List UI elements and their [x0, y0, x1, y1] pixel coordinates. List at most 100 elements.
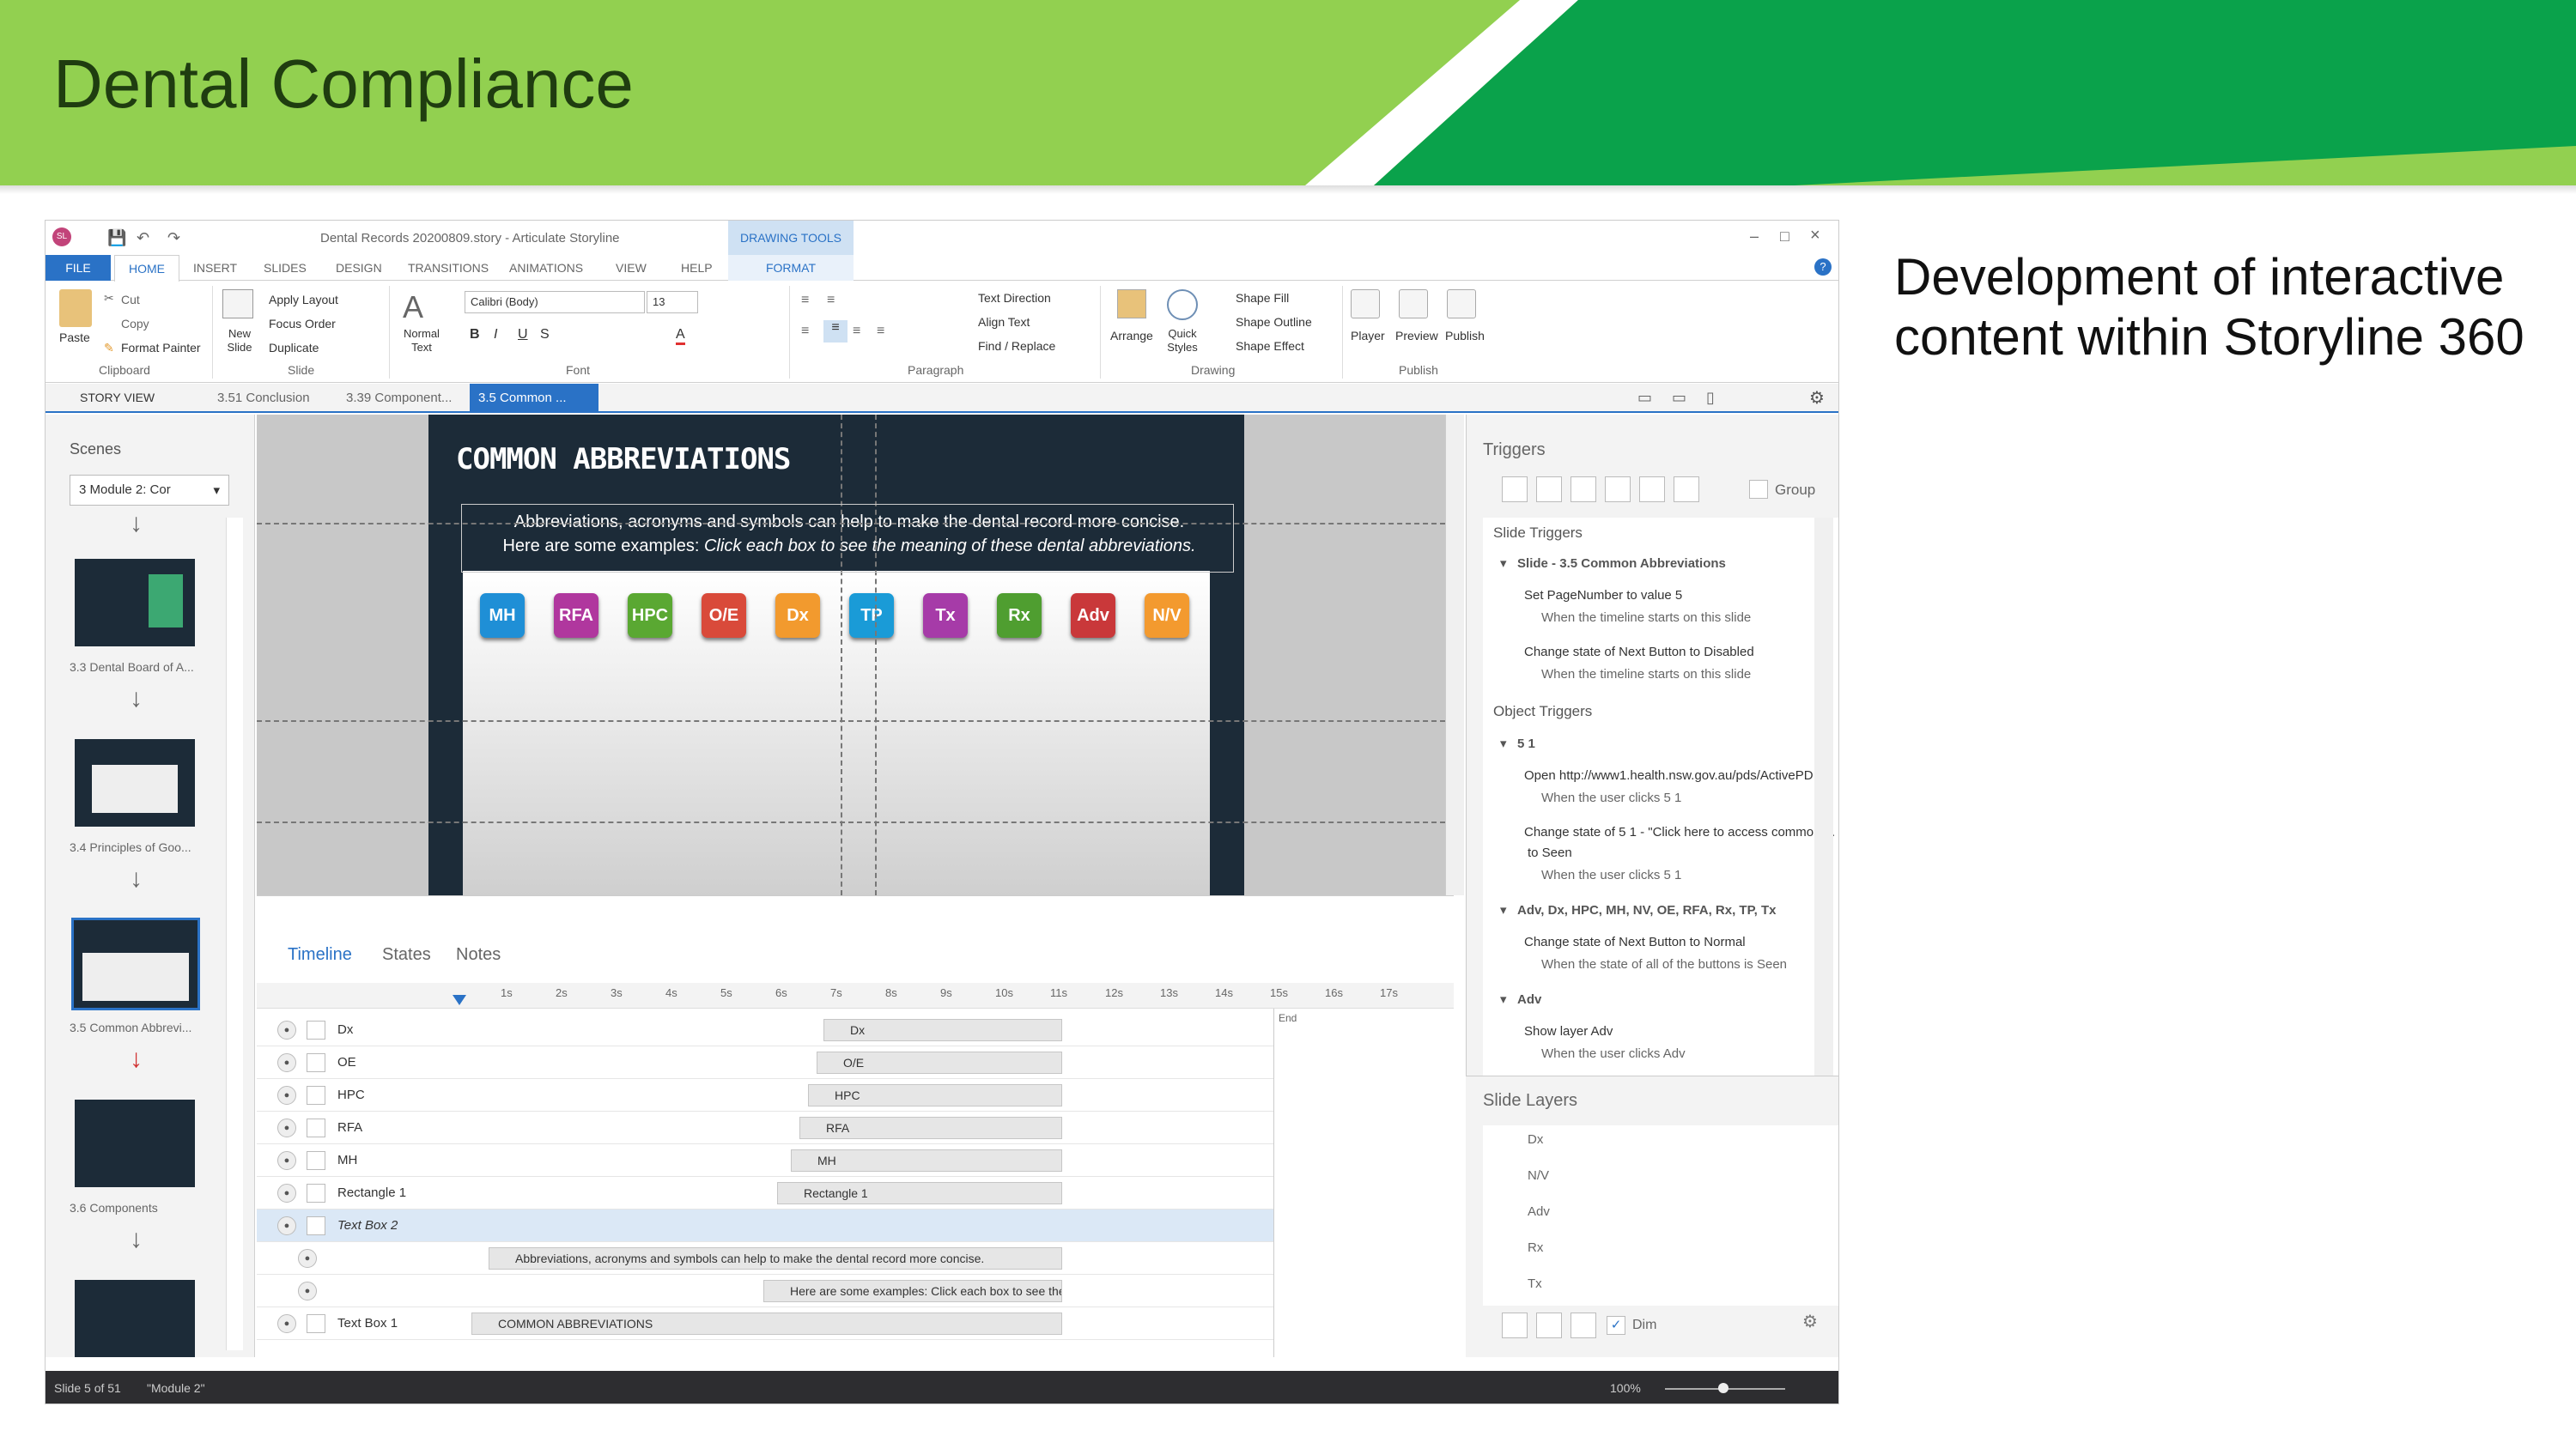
tab-transitions[interactable]: TRANSITIONS [408, 261, 489, 275]
tab-notes[interactable]: Notes [456, 945, 501, 965]
close-icon[interactable]: × [1810, 226, 1820, 246]
layer-settings-icon[interactable]: ⚙ [1802, 1311, 1818, 1332]
abbr-button-oe[interactable]: O/E [702, 593, 746, 638]
object-trigger-group[interactable]: ▾ 5 1 [1500, 736, 1535, 751]
numbering-icon[interactable]: ≡ [827, 293, 835, 308]
visibility-eye-icon[interactable]: ● [277, 1086, 296, 1105]
tab-design[interactable]: DESIGN [336, 261, 382, 275]
undo-icon[interactable]: ↶ [137, 229, 149, 247]
underline-button[interactable]: U [518, 327, 528, 343]
help-icon[interactable]: ? [1814, 258, 1832, 276]
shape-effect-button[interactable]: Shape Effect [1236, 339, 1304, 353]
paste-icon[interactable] [59, 289, 92, 327]
bullets-icon[interactable]: ≡ [801, 293, 809, 308]
format-painter-button[interactable]: Format Painter [121, 341, 201, 355]
selection-box[interactable] [461, 504, 1234, 573]
lock-checkbox[interactable] [307, 1314, 325, 1333]
slide-heading[interactable]: COMMON ABBREVIATIONS [456, 442, 791, 476]
arrange-icon[interactable] [1117, 289, 1146, 318]
timeline-bar[interactable]: RFA [799, 1117, 1062, 1139]
redo-icon[interactable]: ↷ [167, 229, 180, 247]
scenes-scrollbar[interactable] [226, 518, 243, 1350]
preview-button[interactable]: Preview [1395, 329, 1438, 343]
normal-text-icon[interactable]: A [403, 289, 423, 325]
font-size-select[interactable]: 13 [647, 291, 698, 313]
layer-item[interactable]: Tx [1528, 1276, 1542, 1291]
italic-button[interactable]: I [494, 327, 497, 343]
tab-view[interactable]: VIEW [616, 261, 647, 275]
scene-thumb-3-6[interactable] [75, 1100, 195, 1187]
scene-thumb-3-4[interactable] [75, 739, 195, 827]
scissors-icon[interactable]: ✂ [104, 291, 114, 306]
duplicate-layer-icon[interactable] [1536, 1313, 1562, 1338]
timeline-row[interactable]: ● MH MH [257, 1144, 1273, 1177]
lock-checkbox[interactable] [307, 1184, 325, 1203]
text-direction-button[interactable]: Text Direction [978, 291, 1051, 305]
device-desktop-icon[interactable]: ▭ [1637, 389, 1652, 407]
normal-text-button[interactable]: Normal Text [399, 327, 444, 355]
brush-icon[interactable]: ✎ [104, 341, 114, 355]
playhead-icon[interactable] [453, 995, 466, 1005]
timeline-bar[interactable]: Abbreviations, acronyms and symbols can … [489, 1247, 1062, 1270]
timeline-row[interactable]: ● Text Box 1 COMMON ABBREVIATIONS [257, 1307, 1273, 1340]
save-icon[interactable]: 💾 [107, 229, 126, 247]
player-button[interactable]: Player [1351, 329, 1385, 343]
tab-components[interactable]: 3.39 Component... [346, 391, 452, 405]
dim-checkbox[interactable]: ✓ [1607, 1316, 1625, 1335]
publish-button[interactable]: Publish [1445, 329, 1485, 343]
lock-checkbox[interactable] [307, 1086, 325, 1105]
font-color-button[interactable]: A [676, 327, 685, 345]
tab-help[interactable]: HELP [681, 261, 713, 275]
visibility-eye-icon[interactable]: ● [277, 1119, 296, 1137]
publish-icon[interactable] [1447, 289, 1476, 318]
layer-item[interactable]: Adv [1528, 1204, 1550, 1219]
new-slide-button[interactable]: New Slide [221, 327, 258, 355]
minimize-icon[interactable]: – [1750, 227, 1759, 246]
visibility-eye-icon[interactable]: ● [277, 1053, 296, 1072]
zoom-slider-thumb[interactable] [1718, 1383, 1728, 1393]
scene-thumb-3-7[interactable] [75, 1280, 195, 1357]
scene-thumb-3-5-selected[interactable] [71, 918, 200, 1010]
layer-item[interactable]: Rx [1528, 1240, 1543, 1255]
abbr-button-dx[interactable]: Dx [775, 593, 820, 638]
edit-trigger-icon[interactable] [1536, 476, 1562, 502]
trigger-show-layer[interactable]: Show layer Adv [1524, 1024, 1613, 1039]
tab-home[interactable]: HOME [114, 255, 179, 282]
lock-checkbox[interactable] [307, 1216, 325, 1235]
group-checkbox[interactable] [1749, 480, 1768, 499]
timeline-bar[interactable]: Dx [823, 1019, 1062, 1041]
maximize-icon[interactable]: □ [1780, 227, 1789, 246]
timeline-bar[interactable]: O/E [817, 1052, 1062, 1074]
abbr-button-rx[interactable]: Rx [997, 593, 1042, 638]
font-name-select[interactable]: Calibri (Body) [465, 291, 645, 313]
abbr-button-tx[interactable]: Tx [923, 593, 968, 638]
quick-styles-button[interactable]: Quick Styles [1162, 327, 1203, 355]
tab-conclusion[interactable]: 3.51 Conclusion [217, 391, 310, 405]
timeline-bar[interactable]: Here are some examples: Click each box t… [763, 1280, 1062, 1302]
copy-button[interactable]: Copy [121, 317, 149, 330]
justify-icon[interactable]: ≡ [877, 324, 884, 339]
tab-story-view[interactable]: STORY VIEW [80, 391, 155, 404]
tab-file[interactable]: FILE [46, 255, 111, 281]
object-trigger-group[interactable]: ▾ Adv [1500, 991, 1541, 1007]
abbr-button-nv[interactable]: N/V [1145, 593, 1189, 638]
visibility-eye-icon[interactable]: ● [277, 1151, 296, 1170]
arrange-button[interactable]: Arrange [1110, 329, 1153, 343]
abbr-button-hpc[interactable]: HPC [628, 593, 672, 638]
align-right-icon[interactable]: ≡ [853, 324, 860, 339]
timeline-row[interactable]: ● Here are some examples: Click each box … [257, 1275, 1273, 1307]
new-layer-icon[interactable] [1502, 1313, 1528, 1338]
timeline-row[interactable]: ● Dx Dx [257, 1014, 1273, 1046]
shadow-button[interactable]: S [540, 327, 550, 343]
timeline-row[interactable]: ● Rectangle 1 Rectangle 1 [257, 1177, 1273, 1210]
align-center-icon[interactable]: ≡ [823, 320, 848, 343]
tab-common-abbreviations[interactable]: 3.5 Common ... [470, 384, 598, 413]
lock-checkbox[interactable] [307, 1151, 325, 1170]
shape-fill-button[interactable]: Shape Fill [1236, 291, 1289, 305]
visibility-eye-icon[interactable]: ● [298, 1282, 317, 1300]
lock-checkbox[interactable] [307, 1119, 325, 1137]
paste-button[interactable]: Paste [59, 330, 90, 344]
shape-outline-button[interactable]: Shape Outline [1236, 315, 1312, 329]
trigger-open-url[interactable]: Open http://www1.health.nsw.gov.au/pds/A… [1524, 768, 1824, 783]
cut-button[interactable]: Cut [121, 293, 140, 306]
